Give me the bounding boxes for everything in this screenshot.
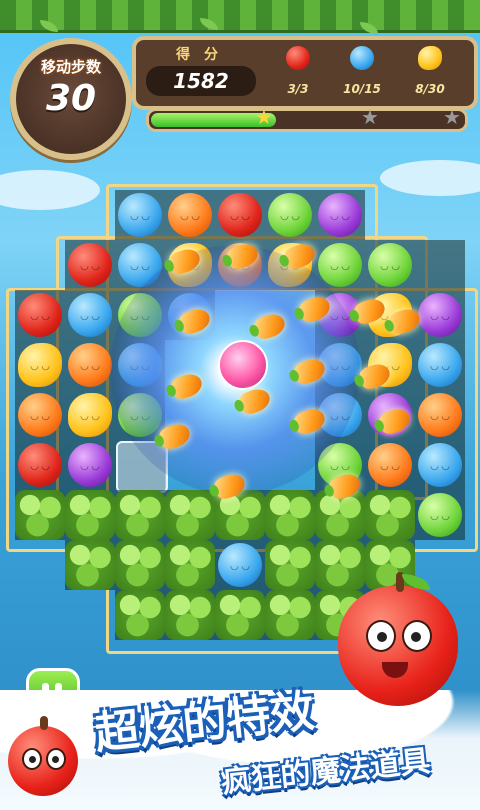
leaf-block-obstacle xyxy=(165,540,215,590)
piece-face: ◡ ◡ xyxy=(130,211,150,222)
piece-face: ◡ ◡ xyxy=(30,361,50,372)
goal-apple: 3/3 xyxy=(268,46,328,96)
leaf-block-obstacle xyxy=(65,540,115,590)
magic-bomb-item[interactable] xyxy=(218,340,268,390)
goal-blueberry-count: 10/15 xyxy=(343,82,381,96)
mascot-pupil xyxy=(52,756,59,763)
apple-icon xyxy=(286,46,310,70)
mascot-pupil xyxy=(411,632,421,642)
leaf-block-obstacle xyxy=(265,590,315,640)
goal-apple-count: 3/3 xyxy=(287,82,309,96)
star-icon: ★ xyxy=(361,105,379,129)
blueberry-piece[interactable]: ◡ ◡ xyxy=(218,543,262,587)
leaf-block-obstacle xyxy=(165,490,215,540)
piece-face: ◡ ◡ xyxy=(230,211,250,222)
apple-piece[interactable]: ◡ ◡ xyxy=(18,443,62,487)
piece-face: ◡ ◡ xyxy=(30,411,50,422)
mascot-stem xyxy=(40,716,48,730)
lime-piece[interactable]: ◡ ◡ xyxy=(418,493,462,537)
piece-face: ◡ ◡ xyxy=(380,461,400,472)
grape-piece[interactable]: ◡ ◡ xyxy=(68,443,112,487)
lemon-piece[interactable]: ◡ ◡ xyxy=(68,393,112,437)
moves-value: 30 xyxy=(45,78,97,119)
piece-face: ◡ ◡ xyxy=(430,361,450,372)
piece-face: ◡ ◡ xyxy=(30,311,50,322)
lemon-piece[interactable]: ◡ ◡ xyxy=(18,343,62,387)
leaf-block-obstacle xyxy=(115,590,165,640)
mascot-eye xyxy=(402,620,432,652)
piece-face: ◡ ◡ xyxy=(80,311,100,322)
leaf-block-obstacle xyxy=(265,540,315,590)
piece-face: ◡ ◡ xyxy=(130,261,150,272)
apple-piece[interactable]: ◡ ◡ xyxy=(68,243,112,287)
score-panel: 得分 1582 3/3 10/15 8/30 xyxy=(132,36,478,110)
leaf-block-obstacle xyxy=(65,490,115,540)
piece-face: ◡ ◡ xyxy=(80,261,100,272)
piece-face: ◡ ◡ xyxy=(430,461,450,472)
piece-face: ◡ ◡ xyxy=(430,511,450,522)
leaf-block-obstacle xyxy=(115,540,165,590)
mascot-eye xyxy=(366,620,396,652)
score-progress-bar: ★ ★ ★ xyxy=(146,105,468,132)
orange-piece[interactable]: ◡ ◡ xyxy=(18,393,62,437)
blueberry-piece[interactable]: ◡ ◡ xyxy=(418,343,462,387)
blueberry-icon xyxy=(350,46,374,70)
goal-lemon-count: 8/30 xyxy=(415,82,445,96)
lemon-icon xyxy=(418,46,442,70)
goal-blueberry: 10/15 xyxy=(332,46,392,96)
leaf-block-obstacle xyxy=(165,590,215,640)
lime-piece[interactable]: ◡ ◡ xyxy=(318,243,362,287)
mascot-eye xyxy=(46,748,66,770)
piece-face: ◡ ◡ xyxy=(80,361,100,372)
piece-face: ◡ ◡ xyxy=(230,561,250,572)
moves-label: 移动步数 xyxy=(40,58,101,76)
piece-face: ◡ ◡ xyxy=(280,211,300,222)
star-icon: ★ xyxy=(255,105,273,129)
piece-face: ◡ ◡ xyxy=(330,211,350,222)
mascot-pupil xyxy=(377,632,387,642)
mascot-pupil xyxy=(29,756,36,763)
leaf-block-obstacle xyxy=(215,590,265,640)
piece-face: ◡ ◡ xyxy=(30,461,50,472)
piece-face: ◡ ◡ xyxy=(80,461,100,472)
lime-piece[interactable]: ◡ ◡ xyxy=(268,193,312,237)
leaf-block-obstacle xyxy=(115,490,165,540)
piece-face: ◡ ◡ xyxy=(380,261,400,272)
piece-face: ◡ ◡ xyxy=(80,411,100,422)
piece-face: ◡ ◡ xyxy=(330,461,350,472)
blueberry-piece[interactable]: ◡ ◡ xyxy=(68,293,112,337)
orange-piece[interactable]: ◡ ◡ xyxy=(368,443,412,487)
leaf-block-obstacle xyxy=(15,490,65,540)
blueberry-piece[interactable]: ◡ ◡ xyxy=(118,193,162,237)
piece-face: ◡ ◡ xyxy=(430,411,450,422)
goal-lemon: 8/30 xyxy=(400,46,460,96)
top-vine-decoration xyxy=(0,0,480,33)
orange-piece[interactable]: ◡ ◡ xyxy=(418,393,462,437)
piece-face: ◡ ◡ xyxy=(330,261,350,272)
grape-piece[interactable]: ◡ ◡ xyxy=(318,193,362,237)
moves-counter: 移动步数 30 xyxy=(10,38,132,160)
apple-piece[interactable]: ◡ ◡ xyxy=(218,193,262,237)
score-value: 1582 xyxy=(146,66,256,96)
piece-face: ◡ ◡ xyxy=(180,211,200,222)
orange-piece[interactable]: ◡ ◡ xyxy=(168,193,212,237)
piece-face: ◡ ◡ xyxy=(430,311,450,322)
star-icon: ★ xyxy=(443,105,461,129)
lime-piece[interactable]: ◡ ◡ xyxy=(368,243,412,287)
grape-piece[interactable]: ◡ ◡ xyxy=(418,293,462,337)
blueberry-piece[interactable]: ◡ ◡ xyxy=(418,443,462,487)
apple-mascot-small xyxy=(8,716,78,796)
board-cell[interactable] xyxy=(415,240,465,290)
mascot-eye xyxy=(22,748,42,770)
apple-piece[interactable]: ◡ ◡ xyxy=(18,293,62,337)
orange-piece[interactable]: ◡ ◡ xyxy=(68,343,112,387)
leaf-block-obstacle xyxy=(315,540,365,590)
leaf-block-obstacle xyxy=(365,490,415,540)
score-label: 得分 xyxy=(176,47,232,63)
leaf-block-obstacle xyxy=(265,490,315,540)
